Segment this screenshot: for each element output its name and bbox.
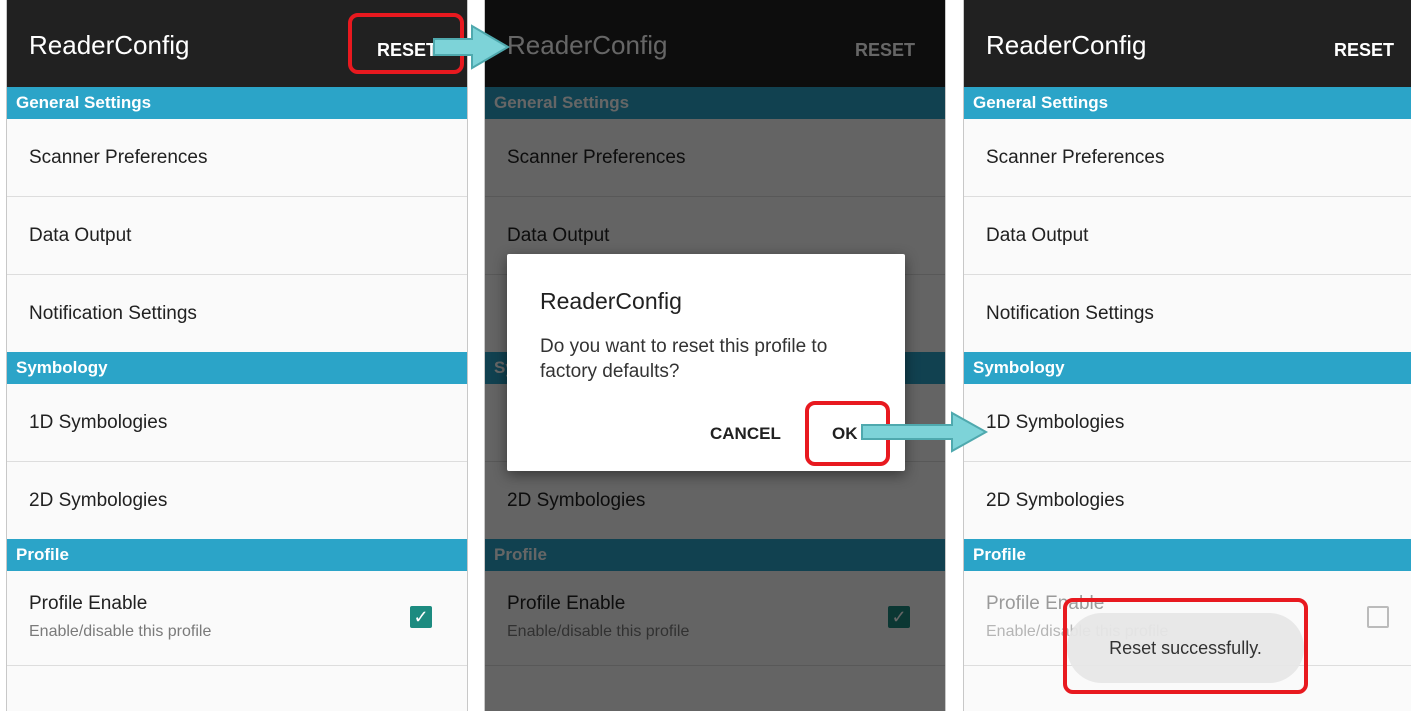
item-label: Data Output [986, 224, 1089, 246]
2d-symbologies-item[interactable]: 2D Symbologies [964, 462, 1411, 539]
section-symbology: Symbology [964, 352, 1411, 384]
app-bar: ReaderConfig RESET [964, 0, 1411, 87]
data-output-item[interactable]: Data Output [7, 197, 467, 275]
profile-enable-item[interactable]: Profile Enable Enable/disable this profi… [7, 571, 467, 666]
screen-reset-dialog: ReaderConfig RESET General Settings Scan… [484, 0, 946, 711]
item-label: 1D Symbologies [29, 411, 168, 433]
item-label: Data Output [29, 224, 132, 246]
section-profile: Profile [964, 539, 1411, 571]
item-label: Notification Settings [986, 302, 1154, 324]
profile-enable-description: Enable/disable this profile [29, 623, 212, 640]
app-title: ReaderConfig [986, 30, 1147, 60]
scanner-preferences-item[interactable]: Scanner Preferences [964, 119, 1411, 197]
dialog-title: ReaderConfig [540, 288, 682, 314]
data-output-item[interactable]: Data Output [964, 197, 1411, 275]
notification-settings-item[interactable]: Notification Settings [964, 275, 1411, 352]
item-label: Notification Settings [29, 302, 197, 324]
1d-symbologies-item[interactable]: 1D Symbologies [964, 384, 1411, 462]
notification-settings-item[interactable]: Notification Settings [7, 275, 467, 352]
item-label: Scanner Preferences [986, 146, 1165, 168]
unchecked-checkbox-icon[interactable] [1367, 606, 1389, 628]
profile-enable-label: Profile Enable [29, 593, 148, 614]
arrow-right-icon [433, 24, 510, 70]
section-general-settings: General Settings [964, 87, 1411, 119]
arrow-right-icon [861, 411, 989, 453]
scanner-preferences-item[interactable]: Scanner Preferences [7, 119, 467, 197]
item-label: 2D Symbologies [986, 489, 1125, 511]
1d-symbologies-item[interactable]: 1D Symbologies [7, 384, 467, 462]
cancel-button[interactable]: CANCEL [710, 424, 781, 444]
section-profile: Profile [7, 539, 467, 571]
item-label: 1D Symbologies [986, 411, 1125, 433]
2d-symbologies-item[interactable]: 2D Symbologies [7, 462, 467, 539]
check-icon[interactable]: ✓ [410, 606, 432, 628]
section-general-settings: General Settings [7, 87, 467, 119]
toast-highlight-box [1063, 598, 1308, 694]
item-label: Scanner Preferences [29, 146, 208, 168]
item-label: 2D Symbologies [29, 489, 168, 511]
dialog-message: Do you want to reset this profile to fac… [540, 336, 828, 382]
app-title: ReaderConfig [29, 30, 190, 60]
screen-before-reset: ReaderConfig RESET General Settings Scan… [6, 0, 468, 711]
section-symbology: Symbology [7, 352, 467, 384]
reset-button[interactable]: RESET [1334, 40, 1394, 61]
